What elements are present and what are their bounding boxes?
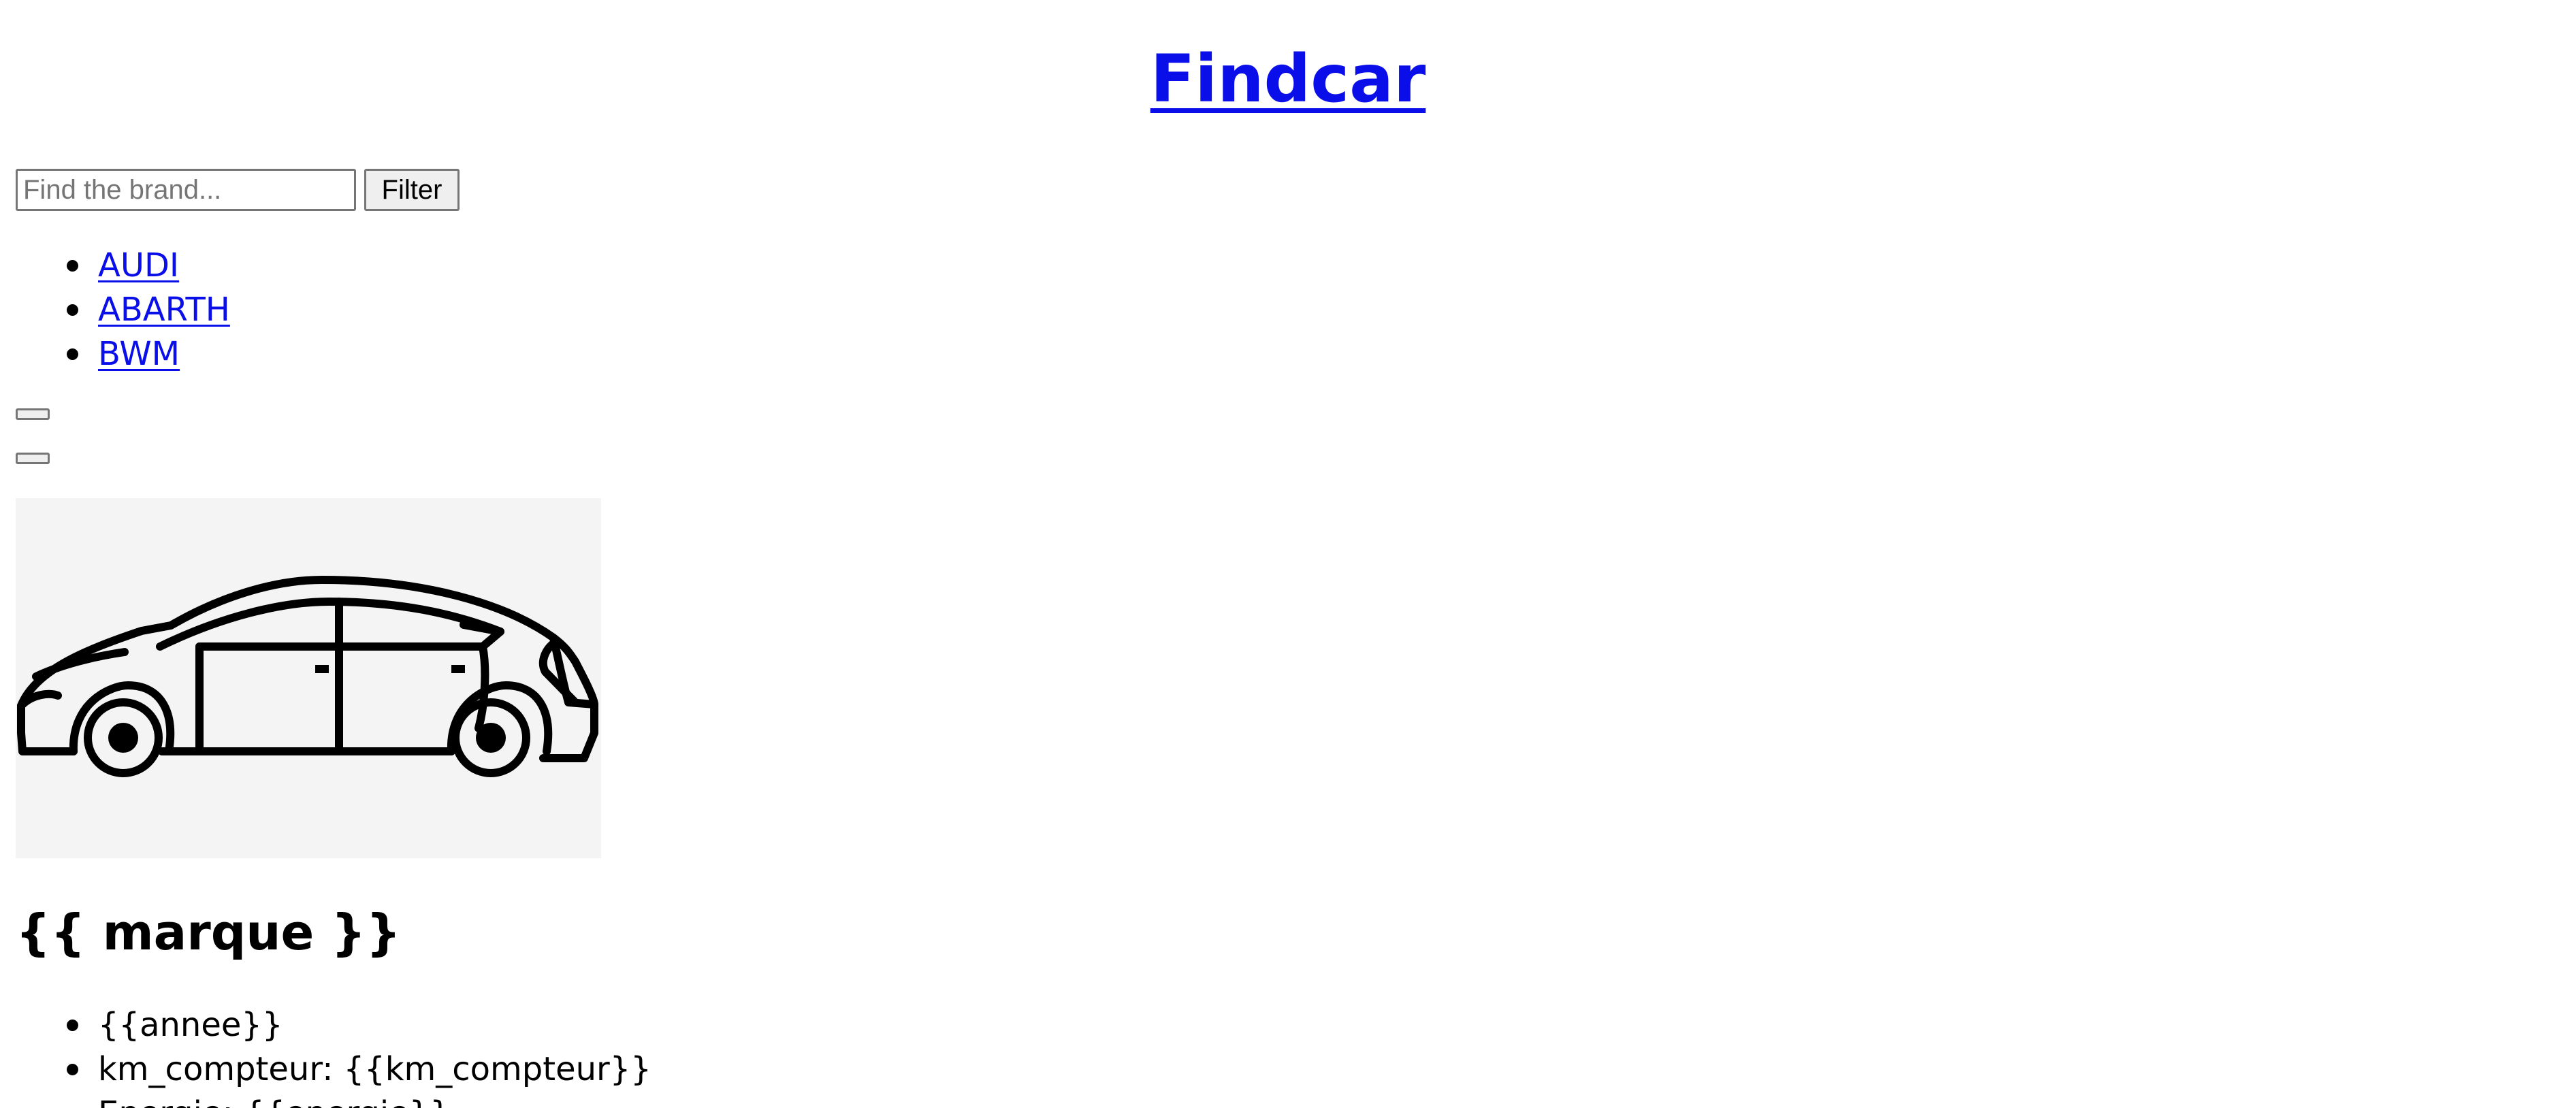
empty-button-1[interactable] xyxy=(16,408,50,420)
brand-list: AUDI ABARTH BWM xyxy=(0,244,230,376)
findcar-home-link[interactable]: Findcar xyxy=(1150,41,1426,117)
page-title: Findcar xyxy=(0,38,2576,120)
car-detail-item: km_compteur: {{km_compteur}} xyxy=(0,1047,651,1092)
bullet-icon xyxy=(67,1064,78,1075)
brand-search-input[interactable] xyxy=(16,169,356,211)
car-detail-energy: Energie: {{energie}} xyxy=(98,1094,451,1108)
bullet-icon xyxy=(67,1020,78,1031)
car-detail-item: {{annee}} xyxy=(0,1003,651,1047)
car-card-title: {{ marque }} xyxy=(16,904,401,961)
brand-link-audi[interactable]: AUDI xyxy=(98,246,179,284)
bullet-icon xyxy=(67,304,78,316)
car-detail-mileage: km_compteur: {{km_compteur}} xyxy=(98,1050,651,1088)
brand-list-item: AUDI xyxy=(0,244,230,288)
bullet-icon xyxy=(67,348,78,360)
empty-button-2[interactable] xyxy=(16,453,50,464)
filter-button[interactable]: Filter xyxy=(364,169,460,211)
brand-link-bwm[interactable]: BWM xyxy=(98,335,180,373)
car-image xyxy=(16,498,601,858)
car-detail-year: {{annee}} xyxy=(98,1006,283,1044)
bullet-icon xyxy=(67,260,78,272)
car-details-list: {{annee}} km_compteur: {{km_compteur}} E… xyxy=(0,1003,651,1108)
brand-list-item: BWM xyxy=(0,332,230,376)
car-side-icon xyxy=(17,576,598,777)
brand-list-item: ABARTH xyxy=(0,288,230,332)
car-detail-item: Energie: {{energie}} xyxy=(0,1092,651,1108)
brand-link-abarth[interactable]: ABARTH xyxy=(98,291,230,329)
